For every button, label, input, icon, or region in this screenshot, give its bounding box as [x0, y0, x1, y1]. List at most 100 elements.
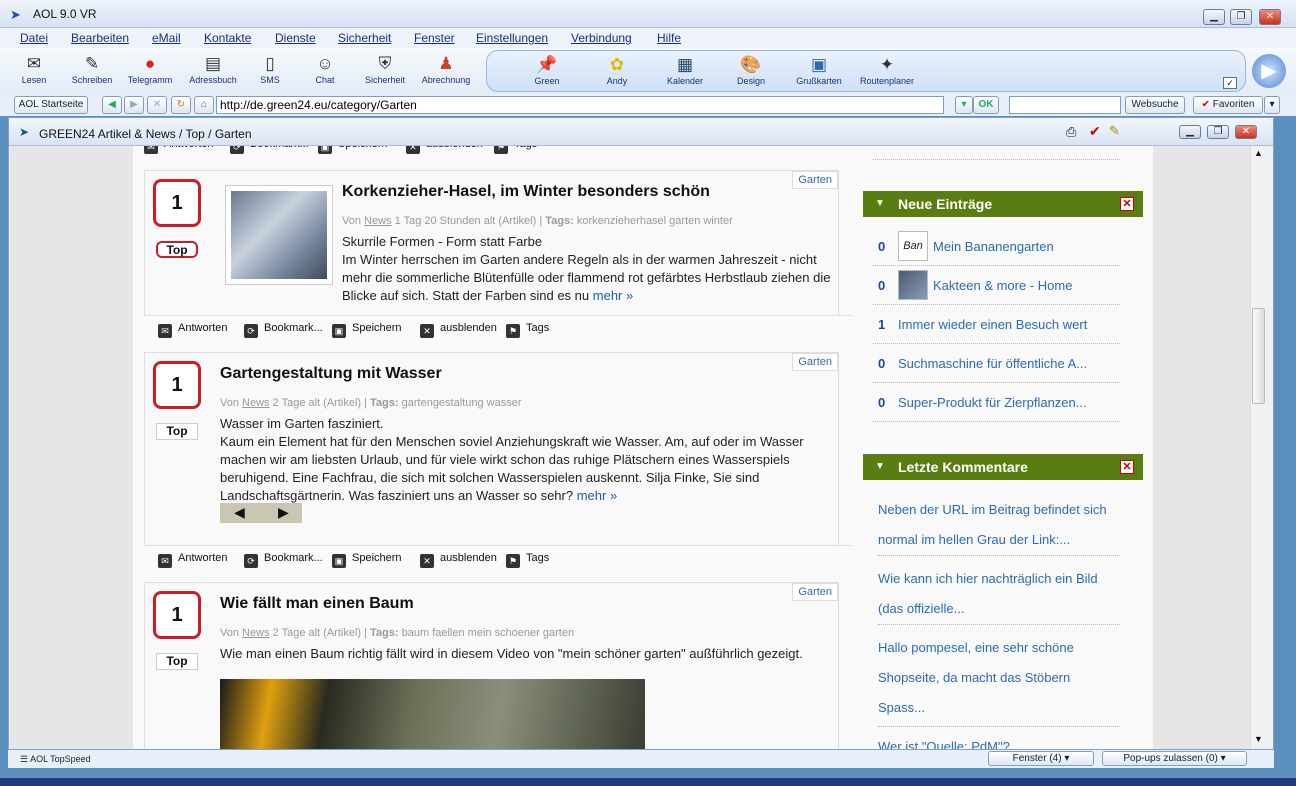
aol-startseite-button[interactable]: AOL Startseite [14, 96, 88, 114]
menu-kontakte[interactable]: Kontakte [204, 31, 251, 45]
websuche-button[interactable]: Websuche [1125, 96, 1185, 114]
close-box-icon[interactable]: ✕ [1120, 197, 1134, 211]
list-item[interactable]: 1 Immer wieder einen Besuch wert [873, 305, 1120, 344]
home-icon[interactable]: ⌂ [194, 96, 214, 114]
tags-button[interactable]: ⚑ Tags [506, 552, 549, 568]
menu-bearbeiten[interactable]: Bearbeiten [71, 31, 129, 45]
comment-link[interactable]: Wie kann ich hier nachträglich ein Bild … [878, 564, 1120, 625]
article-thumbnail[interactable] [225, 185, 333, 285]
author-link[interactable]: News [364, 215, 392, 227]
article-title[interactable]: Wie fällt man einen Baum [220, 595, 414, 613]
menu-einstellungen[interactable]: Einstellungen [476, 31, 548, 45]
toolbar-sicherheit[interactable]: ⛨ Sicherheit [355, 50, 415, 92]
check-icon[interactable]: ✓ [1223, 77, 1237, 89]
bookmark-button[interactable]: ⟳ Bookmark... [244, 552, 323, 568]
menu-fenster[interactable]: Fenster [414, 31, 455, 45]
reload-icon[interactable]: ↻ [171, 96, 191, 114]
category-tag[interactable]: Garten [792, 353, 838, 371]
article-title[interactable]: Gartengestaltung mit Wasser [220, 365, 442, 383]
reply-button[interactable]: ✉ Antworten [158, 322, 228, 338]
video-player[interactable] [220, 679, 645, 749]
top-button[interactable]: Top [156, 241, 198, 258]
url-input[interactable]: http://de.green24.eu/category/Garten [216, 96, 944, 114]
reply-button[interactable]: ✉ Antworten [158, 552, 228, 568]
vertical-scrollbar[interactable]: ▲ ▼ [1250, 146, 1266, 749]
fav-green[interactable]: 📌 Green [517, 51, 577, 93]
author-link[interactable]: News [242, 397, 270, 409]
play-icon[interactable]: ▶ [278, 504, 289, 521]
menu-datei[interactable]: Datei [20, 31, 48, 45]
prev-hide-button[interactable]: ✕ausblenden [406, 146, 483, 154]
restore-button[interactable]: ❐ [1230, 9, 1252, 25]
collapse-arrow-icon[interactable]: ▼ [875, 454, 885, 480]
close-box-icon[interactable]: ✕ [1120, 460, 1134, 474]
search-input[interactable] [1009, 96, 1121, 114]
menu-hilfe[interactable]: Hilfe [657, 31, 681, 45]
ok-button[interactable]: OK [973, 96, 999, 114]
url-dropdown-icon[interactable]: ▾ [955, 96, 973, 114]
tags-button[interactable]: ⚑ Tags [506, 322, 549, 338]
hide-button[interactable]: ✕ ausblenden [420, 552, 497, 568]
list-item[interactable]: 0 Ban Mein Bananengarten [873, 227, 1120, 266]
menu-verbindung[interactable]: Verbindung [571, 31, 632, 45]
print-icon[interactable]: ⎙ [1066, 124, 1076, 140]
fav-kalender[interactable]: ▦ Kalender [655, 51, 715, 93]
fenster-dropdown[interactable]: Fenster (4) ▾ [988, 751, 1094, 766]
category-tag[interactable]: Garten [792, 171, 838, 189]
popups-dropdown[interactable]: Pop-ups zulassen (0) ▾ [1102, 751, 1247, 766]
prev-reply-button[interactable]: ✉Antworten [144, 146, 214, 154]
fav-andy[interactable]: ✿ Andy [587, 51, 647, 93]
scroll-up-icon[interactable]: ▲ [1254, 148, 1263, 158]
list-item[interactable]: 0 Super-Produkt für Zierpflanzen... [873, 383, 1120, 422]
doc-close-button[interactable]: ✕ [1235, 125, 1257, 139]
list-item[interactable]: 0 Suchmaschine für öffentliche A... [873, 344, 1120, 383]
close-button[interactable]: ✕ [1259, 9, 1281, 25]
article-title[interactable]: Korkenzieher-Hasel, im Winter besonders … [342, 183, 710, 201]
doc-restore-button[interactable]: ❐ [1207, 125, 1229, 139]
audio-player[interactable]: ◀ ▶ [220, 503, 302, 523]
forward-arrow-icon[interactable]: ▶ [124, 96, 144, 114]
toolbar-sms[interactable]: ▯ SMS [240, 50, 300, 92]
vote-count[interactable]: 1 [153, 179, 201, 227]
save-button[interactable]: ▣ Speichern [332, 322, 402, 338]
toolbar-telegramm[interactable]: ● Telegramm [120, 50, 180, 92]
vote-count[interactable]: 1 [153, 361, 201, 409]
prev-bookmark-button[interactable]: ⟳Bookmark... [230, 146, 309, 154]
fav-grusskarten[interactable]: ▣ Grußkarten [789, 51, 849, 93]
comment-link[interactable]: Wer ist "Quelle: PdM"? [878, 732, 1120, 749]
category-tag[interactable]: Garten [792, 583, 838, 601]
fav-routenplaner[interactable]: ✦ Routenplaner [857, 51, 917, 93]
stop-icon[interactable]: ✕ [147, 96, 167, 114]
top-button[interactable]: Top [156, 653, 198, 670]
menu-email[interactable]: eMail [152, 31, 181, 45]
rewind-icon[interactable]: ◀ [234, 504, 245, 521]
comment-link[interactable]: Hallo pompesel, eine sehr schöne Shopsei… [878, 633, 1120, 727]
comment-link[interactable]: Neben der URL im Beitrag befindet sich n… [878, 495, 1120, 556]
vote-count[interactable]: 1 [153, 591, 201, 639]
spellcheck-icon[interactable]: ✔ [1089, 123, 1101, 140]
back-arrow-icon[interactable]: ◀ [102, 96, 122, 114]
tools-icon[interactable]: ✎ [1109, 123, 1120, 139]
scroll-thumb[interactable] [1252, 308, 1265, 404]
scroll-down-icon[interactable]: ▼ [1254, 734, 1263, 744]
favoriten-dropdown-icon[interactable]: ▾ [1264, 96, 1280, 114]
more-link[interactable]: mehr » [593, 288, 633, 303]
toolbar-lesen[interactable]: ✉ Lesen [4, 50, 64, 92]
minimize-button[interactable]: ▁ [1203, 9, 1225, 25]
hide-button[interactable]: ✕ ausblenden [420, 322, 497, 338]
menu-sicherheit[interactable]: Sicherheit [338, 31, 391, 45]
prev-tags-button[interactable]: ⚑Tags [494, 146, 537, 154]
toolbar-chat[interactable]: ☺ Chat [295, 50, 355, 92]
collapse-arrow-icon[interactable]: ▼ [875, 191, 885, 217]
more-link[interactable]: mehr » [577, 488, 617, 503]
save-button[interactable]: ▣ Speichern [332, 552, 402, 568]
toolbar-schreiben[interactable]: ✎ Schreiben [62, 50, 122, 92]
bookmark-button[interactable]: ⟳ Bookmark... [244, 322, 323, 338]
doc-minimize-button[interactable]: ▁ [1179, 125, 1201, 139]
favoriten-button[interactable]: ✔ Favoriten [1193, 96, 1263, 114]
list-item[interactable]: 0 Kakteen & more - Home [873, 266, 1120, 305]
prev-save-button[interactable]: ▣Speichern [318, 146, 388, 154]
toolbar-abrechnung[interactable]: ♟ Abrechnung [416, 50, 476, 92]
author-link[interactable]: News [242, 627, 270, 639]
top-button[interactable]: Top [156, 423, 198, 440]
